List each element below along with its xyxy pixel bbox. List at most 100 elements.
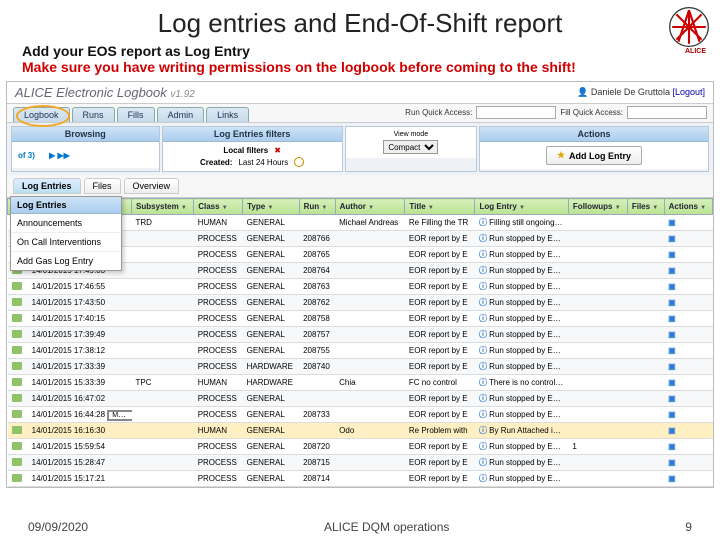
subtab-files[interactable]: Files: [84, 178, 121, 194]
info-icon[interactable]: ⓘ: [479, 330, 487, 339]
title-cell: EOR report by E: [409, 330, 468, 339]
info-icon[interactable]: ⓘ: [479, 378, 487, 387]
expand-icon[interactable]: ▣: [668, 314, 676, 323]
row-icon: [12, 362, 22, 370]
tab-runs[interactable]: Runs: [72, 107, 115, 122]
clock-icon[interactable]: [294, 157, 304, 167]
info-icon[interactable]: ⓘ: [479, 426, 487, 435]
title-cell: EOR report by E: [409, 442, 468, 451]
info-icon[interactable]: ⓘ: [479, 362, 487, 371]
expand-icon[interactable]: ▣: [668, 330, 676, 339]
dropdown-item-add-gas[interactable]: Add Gas Log Entry: [11, 252, 121, 270]
table-row[interactable]: 14/01/2015 17:43:50PROCESSGENERAL208762E…: [8, 295, 713, 311]
fill-quick-label: Fill Quick Access:: [560, 108, 623, 117]
logout-link[interactable]: [Logout]: [672, 87, 705, 97]
info-icon[interactable]: ⓘ: [479, 234, 487, 243]
subtab-overview[interactable]: Overview: [124, 178, 180, 194]
info-icon[interactable]: ⓘ: [479, 218, 487, 227]
expand-icon[interactable]: ▣: [668, 298, 676, 307]
expand-icon[interactable]: ▣: [668, 282, 676, 291]
row-icon: [12, 330, 22, 338]
expand-icon[interactable]: ▣: [668, 442, 676, 451]
dropdown-header[interactable]: Log Entries: [11, 197, 121, 214]
info-icon[interactable]: ⓘ: [479, 410, 487, 419]
viewmode-select[interactable]: Compact: [383, 140, 438, 154]
expand-icon[interactable]: ▣: [668, 218, 676, 227]
table-row[interactable]: 14/01/2015 16:16:30HUMANGENERALOdoRe Pro…: [8, 423, 713, 439]
browsing-pager[interactable]: of 3) ▶ ▶▶: [12, 142, 159, 168]
col-header[interactable]: Subsystem ▼: [132, 199, 194, 215]
expand-icon[interactable]: ▣: [668, 346, 676, 355]
title-cell: EOR report by E: [409, 266, 468, 275]
table-row[interactable]: 14/01/2015 17:38:12PROCESSGENERAL208755E…: [8, 343, 713, 359]
expand-icon[interactable]: ▣: [668, 458, 676, 467]
instruction-2: Make sure you have writing permissions o…: [22, 59, 698, 75]
expand-icon[interactable]: ▣: [668, 474, 676, 483]
title-cell: EOR report by E: [409, 346, 468, 355]
fill-quick-input[interactable]: [627, 106, 707, 119]
dropdown-item-announcements[interactable]: Announcements: [11, 214, 121, 233]
col-header[interactable]: Class ▼: [194, 199, 243, 215]
add-log-entry-button[interactable]: ★Add Log Entry: [546, 146, 642, 165]
expand-icon[interactable]: ▣: [668, 410, 676, 419]
info-icon[interactable]: ⓘ: [479, 346, 487, 355]
tab-admin[interactable]: Admin: [157, 107, 205, 122]
table-row[interactable]: 14/01/2015 15:33:39TPCHUMANHARDWAREChiaF…: [8, 375, 713, 391]
info-icon[interactable]: ⓘ: [479, 282, 487, 291]
info-icon[interactable]: ⓘ: [479, 458, 487, 467]
title-cell: EOR report by E: [409, 298, 468, 307]
info-icon[interactable]: ⓘ: [479, 314, 487, 323]
tab-links[interactable]: Links: [206, 107, 249, 122]
created-value: Last 24 Hours: [238, 158, 288, 167]
expand-icon[interactable]: ▣: [668, 362, 676, 371]
footer-page: 9: [685, 520, 692, 534]
instruction-1: Add your EOS report as Log Entry: [22, 43, 698, 59]
info-icon[interactable]: ⓘ: [479, 394, 487, 403]
expand-icon[interactable]: ▣: [668, 234, 676, 243]
table-row[interactable]: 14/01/2015 15:59:54PROCESSGENERAL208720E…: [8, 439, 713, 455]
row-icon: [12, 394, 22, 402]
expand-icon[interactable]: ▣: [668, 426, 676, 435]
info-icon[interactable]: ⓘ: [479, 266, 487, 275]
col-header[interactable]: Title ▼: [405, 199, 475, 215]
info-icon[interactable]: ⓘ: [479, 298, 487, 307]
dropdown-item-oncall[interactable]: On Call Interventions: [11, 233, 121, 252]
table-row[interactable]: 14/01/2015 15:28:47PROCESSGENERAL208715E…: [8, 455, 713, 471]
row-icon: [12, 426, 22, 434]
title-cell: FC no control: [409, 378, 457, 387]
table-row[interactable]: 14/01/2015 17:33:39PROCESSHARDWARE208740…: [8, 359, 713, 375]
pager-next-icon[interactable]: ▶ ▶▶: [49, 151, 70, 160]
table-row[interactable]: 14/01/2015 17:39:49PROCESSGENERAL208757E…: [8, 327, 713, 343]
table-row[interactable]: 14/01/2015 17:40:15PROCESSGENERAL208758E…: [8, 311, 713, 327]
tab-logbook[interactable]: Logbook: [13, 107, 70, 122]
info-icon[interactable]: ⓘ: [479, 474, 487, 483]
expand-icon[interactable]: ▣: [668, 394, 676, 403]
table-row[interactable]: 14/01/2015 17:46:55PROCESSGENERAL208763E…: [8, 279, 713, 295]
col-header[interactable]: Actions ▼: [664, 199, 712, 215]
table-row[interactable]: 14/01/2015 15:17:21PROCESSGENERAL208714E…: [8, 471, 713, 487]
expand-icon[interactable]: ▣: [668, 250, 676, 259]
slide-title: Log entries and End-Of-Shift report: [0, 0, 720, 43]
info-icon[interactable]: ⓘ: [479, 250, 487, 259]
run-quick-input[interactable]: [476, 106, 556, 119]
col-header[interactable]: Run ▼: [299, 199, 335, 215]
col-header[interactable]: Log Entry ▼: [475, 199, 568, 215]
expand-icon[interactable]: ▣: [668, 378, 676, 387]
expand-icon[interactable]: ▣: [668, 266, 676, 275]
row-icon: [12, 298, 22, 306]
table-row[interactable]: 14/01/2015 16:47:02PROCESSGENERALEOR rep…: [8, 391, 713, 407]
subtab-log-entries[interactable]: Log Entries: [13, 178, 81, 194]
table-row[interactable]: 14/01/2015 16:44:28 Multiple RPROCESSGEN…: [8, 407, 713, 423]
filter-remove-icon[interactable]: ✖: [274, 146, 281, 155]
col-header[interactable]: Type ▼: [243, 199, 299, 215]
info-icon[interactable]: ⓘ: [479, 442, 487, 451]
col-header[interactable]: Followups ▼: [568, 199, 627, 215]
col-header[interactable]: Author ▼: [335, 199, 405, 215]
alice-logo-label: ALICE: [685, 48, 706, 55]
title-cell: EOR report by E: [409, 394, 468, 403]
actions-header: Actions: [480, 127, 708, 142]
col-header[interactable]: Files ▼: [627, 199, 664, 215]
tab-fills[interactable]: Fills: [117, 107, 155, 122]
title-cell: EOR report by E: [409, 474, 468, 483]
logbook-dropdown: Log Entries Announcements On Call Interv…: [10, 196, 122, 271]
